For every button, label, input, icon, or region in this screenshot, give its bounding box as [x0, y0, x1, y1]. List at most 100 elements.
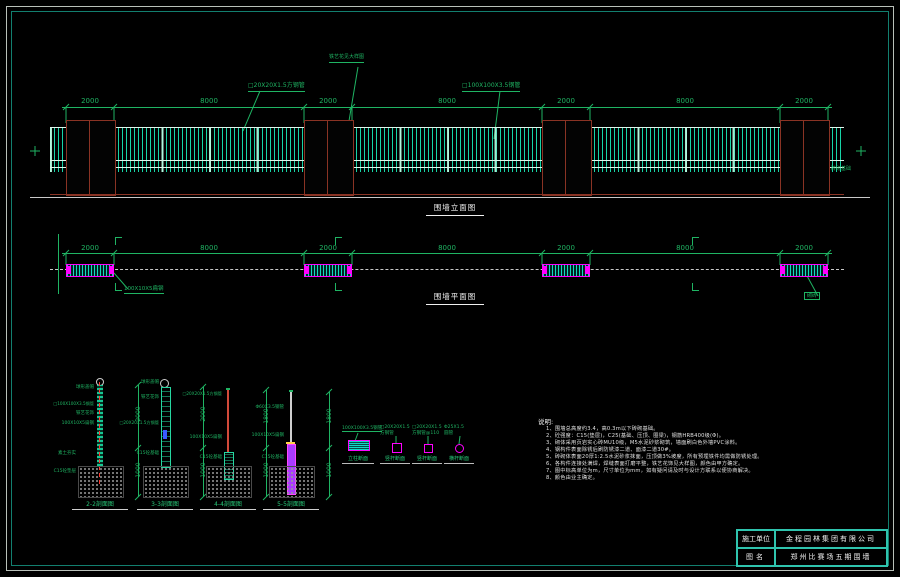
company-name: 金程园林集团有限公司: [775, 530, 887, 548]
plan-pier: [780, 264, 828, 277]
fence-panel: [590, 127, 780, 172]
brick-pier: [304, 120, 354, 196]
section-callout: Φ60X3.5钢管: [232, 406, 284, 411]
dim-label: 2000: [313, 244, 343, 252]
section-cut-mark: [115, 237, 122, 245]
tube-cross-section: [424, 444, 433, 453]
mini-callout: □20X20X1.5: [380, 425, 410, 430]
section-cut-mark: [335, 283, 342, 291]
brick-pier: [542, 120, 592, 196]
section-callout: 100X10X5扁钢: [172, 436, 222, 441]
dim-label: 2000: [75, 244, 105, 252]
section-title: 5-5剖面图: [263, 499, 319, 510]
post-cross-section: [348, 440, 370, 451]
dim-label: 8000: [432, 244, 462, 252]
section-callout: 100X10X5扁钢: [44, 422, 94, 427]
section-cut-mark: [692, 283, 699, 291]
dim-label: 1000: [135, 455, 143, 485]
dim-label: 8000: [432, 97, 462, 105]
post-tube-callout: □100X100X3.5钢管: [462, 83, 520, 92]
dim-label: 1800: [326, 401, 334, 431]
section-callout: 球形盖帽: [52, 386, 94, 391]
fence-panel-stub-left: [50, 127, 66, 172]
plan-guide-line: [58, 234, 59, 294]
note-item: 2、砼强度：C15(垫层)，C25(基础、压顶、圈梁)，钢筋HRB400级(Φ)…: [546, 432, 724, 439]
title-block-label: 图名: [737, 548, 775, 566]
brick-pier: [66, 120, 116, 196]
plan-pier: [66, 264, 114, 277]
note-item: 6、各构件连接处满焊，焊缝表面打磨平整，铁艺花饰见大样图，颜色由甲方确定。: [546, 460, 743, 467]
pipe-cross-section: [455, 444, 464, 453]
brick-pier: [780, 120, 830, 196]
dim-label: 8000: [670, 97, 700, 105]
plan-title: 围墙平面图: [426, 291, 484, 305]
elevation-dimension-line: [62, 107, 832, 108]
drawing-name: 郑州比赛场五期围墙: [775, 548, 887, 566]
section-callout: □20X20X1.5方钢管: [103, 421, 159, 426]
section-callout: 铁艺花饰: [52, 412, 94, 417]
section-cut-mark: [335, 237, 342, 245]
mini-title: 竖杆断面: [412, 455, 442, 464]
note-item: 1、围墙总高度约3.4，高0.3m以下砖砌基础。: [546, 425, 659, 432]
plan-wall-line: [50, 269, 844, 270]
brick-base-note: 砖砌基础: [831, 166, 851, 172]
dim-label: 2000: [313, 97, 343, 105]
section-title: 4-4剖面图: [200, 499, 256, 510]
section-callout: 素土夯实: [40, 452, 76, 457]
fence-panel: [352, 127, 542, 172]
footing: [143, 466, 189, 498]
wall-baseline: [50, 194, 844, 195]
note-item: 8、颜色由业主确定。: [546, 474, 598, 481]
section-callout: 球形盖帽: [117, 381, 159, 386]
mini-callout: 方钢管: [380, 431, 394, 436]
plan-pier: [542, 264, 590, 277]
mini-title: 立柱断面: [342, 455, 374, 464]
iron-flower-callout: 铁艺花见大样图: [329, 55, 364, 63]
section-callout: □100X100X3.5钢管: [36, 402, 94, 407]
section-callout: C15砼基础: [184, 456, 222, 461]
mini-callout: 100X100X3.5钢管: [342, 426, 382, 432]
ground-line: [30, 197, 870, 198]
mini-title: 竖杆断面: [380, 455, 410, 464]
section-title: 2-2剖面图: [72, 499, 128, 510]
fence-panel: [114, 127, 304, 172]
mini-callout: Φ25X1.5: [444, 425, 464, 430]
section-cut-mark: [692, 237, 699, 245]
dim-label: 2000: [75, 97, 105, 105]
plan-dimension-line: [62, 253, 832, 254]
dim-label: 2000: [789, 97, 819, 105]
drawing-sheet: 2000 8000 2000 8000 2000 8000 2000 □20X2…: [0, 0, 900, 577]
flat-steel-callout: 100X10X5扁钢: [124, 286, 164, 294]
section-title: 3-3剖面图: [137, 499, 193, 510]
footing: [206, 466, 252, 498]
note-item: 7、图中标高单位为m，尺寸单位为mm，如有疑问请及时与设计方联系以便协商解决。: [546, 467, 754, 474]
footing: [78, 466, 124, 498]
dim-label: 2000: [551, 97, 581, 105]
dim-label: 2000: [551, 244, 581, 252]
mini-callout: 圆管: [444, 431, 453, 436]
dim-label: 8000: [194, 244, 224, 252]
section-post: [227, 390, 229, 452]
brick-callout: 砌砖: [804, 292, 820, 300]
section-callout: C15砼垫层: [36, 470, 76, 475]
mini-callout: □20X20X1.5: [412, 425, 442, 430]
section-callout: 100X10X5扁钢: [236, 434, 284, 439]
mini-callout: 方钢管@110: [412, 431, 439, 436]
post-insert: [163, 430, 167, 439]
plan-pier: [304, 264, 352, 277]
section-callout: C15砼基础: [246, 456, 284, 461]
title-block: 施工单位 金程园林集团有限公司 图名 郑州比赛场五期围墙: [736, 529, 888, 567]
section-callout: C15砼基础: [121, 452, 159, 457]
section-callout: □20X20X1.5方钢管: [166, 392, 222, 397]
dim-label: 8000: [194, 97, 224, 105]
dim-label: 1000: [326, 455, 334, 485]
elevation-title: 围墙立面图: [426, 202, 484, 216]
section-cut-mark: [115, 283, 122, 291]
dim-label: 2000: [789, 244, 819, 252]
dim-label: 2000: [200, 399, 208, 429]
note-item: 5、砖砌体表面20厚1:2.5水泥砂浆抹面，压顶做3%坡度，所有预埋铁件均需做防…: [546, 453, 763, 460]
section-callout: 铁艺花饰: [117, 396, 159, 401]
footing: [269, 466, 315, 498]
section-post: [161, 387, 171, 468]
title-block-label: 施工单位: [737, 530, 775, 548]
